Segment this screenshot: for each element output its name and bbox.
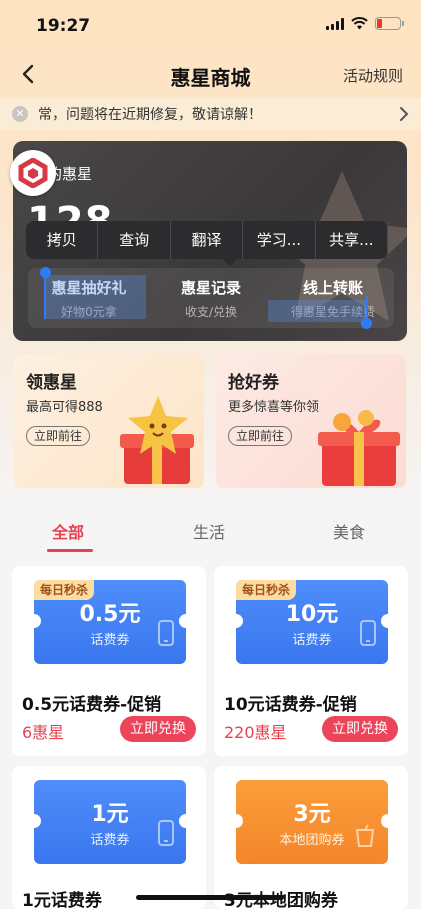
status-time: 19:27 [36, 16, 91, 36]
redeem-button[interactable]: 立即兑换 [322, 716, 398, 742]
coupon-notch [27, 614, 41, 628]
promo-go-button[interactable]: 立即前往 [26, 426, 91, 446]
coupon-image: 3元 本地团购券 [236, 780, 388, 864]
close-icon[interactable]: ✕ [12, 106, 28, 122]
selection-end-line [366, 296, 368, 320]
nav-bar: 惠星商城 活动规则 [0, 50, 421, 100]
promo-title: 领惠星 [26, 373, 77, 393]
menu-share[interactable]: 共享... [316, 221, 389, 259]
promo-grab-coupons[interactable]: 抢好券 更多惊喜等你领 立即前往 [216, 354, 406, 488]
coupon-notch [229, 614, 243, 628]
menu-translate[interactable]: 翻译 [171, 221, 244, 259]
category-tabs: 全部 生活 美食 [0, 505, 421, 555]
tab-life[interactable]: 生活 [193, 519, 225, 543]
active-tab-indicator [47, 549, 93, 552]
battery-icon [375, 17, 404, 30]
product-card[interactable]: 1元 话费券 1元话费券 [12, 766, 206, 909]
product-name: 0.5元话费券-促销 [22, 695, 162, 715]
selection-highlight [44, 275, 146, 319]
gift-box-star-icon [120, 396, 194, 484]
selection-end-handle[interactable] [361, 318, 372, 329]
menu-copy[interactable]: 拷贝 [26, 221, 99, 259]
chevron-right-icon[interactable] [399, 106, 409, 122]
coupon-image: 1元 话费券 [34, 780, 186, 864]
home-indicator[interactable] [136, 895, 284, 900]
coupon-image: 每日秒杀 10元 话费券 [236, 580, 388, 664]
coupon-notch [179, 614, 193, 628]
menu-learn[interactable]: 学习... [243, 221, 316, 259]
product-card[interactable]: 每日秒杀 10元 话费券 10元话费券-促销 220惠星 立即兑换 [214, 566, 408, 756]
coupon-notch [229, 814, 243, 828]
notice-text: 常，问题将在近期修复，敬请谅解！ [38, 107, 262, 123]
phone-icon [158, 820, 174, 846]
hexagon-logo-icon [18, 158, 48, 188]
menu-pointer [222, 258, 238, 266]
coupon-notch [27, 814, 41, 828]
app-logo [10, 150, 56, 196]
promo-earn-stars[interactable]: 领惠星 最高可得888 立即前往 [14, 354, 204, 488]
red-gift-box-icon [318, 410, 400, 486]
tab-food[interactable]: 美食 [333, 519, 365, 543]
redeem-button[interactable]: 立即兑换 [120, 716, 196, 742]
promo-title: 抢好券 [228, 373, 279, 393]
drink-icon [355, 824, 375, 847]
action-records[interactable]: 惠星记录 收支/兑换 [150, 268, 272, 328]
coupon-notch [179, 814, 193, 828]
promo-subtitle: 最高可得888 [26, 400, 103, 415]
product-name: 10元话费券-促销 [224, 695, 357, 715]
coupon-notch [381, 614, 395, 628]
phone-icon [158, 620, 174, 646]
product-name: 1元话费券 [22, 891, 102, 909]
status-bar: 19:27 [0, 0, 421, 48]
coupon-notch [381, 814, 395, 828]
selection-start-line [44, 275, 46, 319]
action-title: 线上转账 [302, 279, 363, 297]
activity-rules-link[interactable]: 活动规则 [343, 65, 403, 86]
product-card[interactable]: 3元 本地团购券 3元本地团购券 [214, 766, 408, 909]
wifi-icon [351, 17, 368, 30]
tab-all[interactable]: 全部 [52, 519, 84, 543]
selection-highlight [268, 300, 368, 322]
notice-bar: ✕ 常，问题将在近期修复，敬请谅解！ [0, 98, 421, 130]
phone-icon [360, 620, 376, 646]
product-card[interactable]: 每日秒杀 0.5元 话费券 0.5元话费券-促销 6惠星 立即兑换 [12, 566, 206, 756]
menu-lookup[interactable]: 查询 [98, 221, 171, 259]
text-selection-menu: 拷贝 查询 翻译 学习... 共享... [26, 221, 389, 266]
promo-go-button[interactable]: 立即前往 [228, 426, 293, 446]
action-title: 惠星记录 [180, 279, 241, 297]
coupon-image: 每日秒杀 0.5元 话费券 [34, 580, 186, 664]
product-price: 6惠星 [22, 723, 65, 742]
action-subtitle: 收支/兑换 [184, 305, 238, 319]
product-price: 220惠星 [224, 723, 287, 742]
cellular-signal-icon [326, 17, 344, 30]
status-icons [326, 17, 404, 30]
